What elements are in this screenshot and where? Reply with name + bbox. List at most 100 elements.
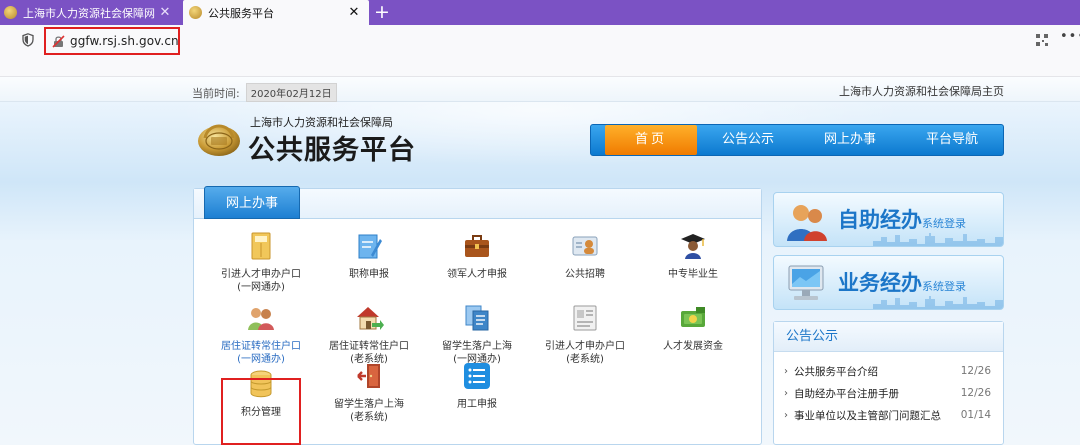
login-label: 系统登录 [922, 217, 966, 230]
service-residence-hukou-online[interactable]: 居住证转常住户口 (一网通办) [206, 303, 316, 366]
announcements-panel: 公告公示 › 公共服务平台介绍 12/26 › 自助经办平台注册手册 12/26… [773, 321, 1004, 445]
business-title: 业务经办系统登录 [838, 267, 966, 297]
bureau-logo-icon[interactable] [196, 114, 242, 158]
door-exit-icon [357, 364, 380, 388]
service-label: 留学生落户上海 [334, 399, 404, 410]
nav-home[interactable]: 首页 [605, 125, 697, 155]
service-technical-graduates[interactable]: 中专毕业生 [638, 231, 748, 281]
list-item[interactable]: › 公共服务平台介绍 12/26 [784, 360, 991, 382]
tab-title: 上海市人力资源社会保障网 [23, 6, 155, 20]
service-label: 职称申报 [349, 269, 389, 280]
service-label: 中专毕业生 [668, 269, 718, 280]
close-icon[interactable]: ✕ [345, 5, 363, 20]
city-skyline-icon [873, 296, 1003, 309]
service-sublabel: (一网通办) [237, 354, 285, 365]
folder-icon [251, 232, 271, 260]
service-label: 引进人才申办户口 [545, 341, 625, 352]
tab-public-service-platform[interactable]: 公共服务平台 ✕ [183, 0, 369, 25]
service-talent-hukou-old[interactable]: 引进人才申办户口 (老系统) [530, 303, 640, 366]
site-favicon-icon [4, 6, 17, 19]
site-banner: 上海市人力资源和社会保障局 公共服务平台 首页 公告公示 网上办事 平台导航 [0, 102, 1080, 182]
id-card-icon [572, 236, 598, 256]
site-favicon-icon [189, 6, 202, 19]
more-menu-icon[interactable]: ••• [1060, 29, 1080, 44]
service-residence-hukou-old[interactable]: 居住证转常住户口 (老系统) [314, 303, 424, 366]
business-label: 业务经办 [838, 271, 922, 295]
edit-document-icon [358, 234, 382, 259]
browser-tab-bar: 上海市人力资源社会保障网 ✕ 公共服务平台 ✕ + [0, 0, 1080, 25]
service-label: 领军人才申报 [447, 269, 507, 280]
chevron-right-icon: › [784, 365, 788, 377]
nav-platform-guide[interactable]: 平台导航 [901, 125, 1003, 155]
list-item[interactable]: › 自助经办平台注册手册 12/26 [784, 382, 991, 404]
new-tab-button[interactable]: + [372, 0, 392, 25]
couple-icon [248, 308, 274, 330]
graduate-icon [681, 234, 705, 259]
announcements-title: 公告公示 [774, 322, 1003, 352]
briefcase-icon [465, 235, 489, 257]
self-service-title: 自助经办系统登录 [838, 204, 966, 234]
self-service-login-card[interactable]: 自助经办系统登录 [773, 192, 1004, 247]
current-date: 当前时间: 2020年02月12日 [192, 83, 337, 102]
announcement-title: 自助经办平台注册手册 [794, 387, 899, 400]
date-label: 当前时间: [192, 86, 240, 100]
tab-online-services[interactable]: 网上办事 [204, 186, 300, 219]
qr-code-icon[interactable] [1036, 34, 1048, 46]
service-label: 人才发展资金 [663, 341, 723, 352]
site-info-bar: 当前时间: 2020年02月12日 上海市人力资源和社会保障局主页 [0, 77, 1080, 102]
announcement-date: 12/26 [960, 365, 991, 377]
address-bar: ggfw.rsj.sh.gov.cn ••• [0, 25, 1080, 77]
date-value: 2020年02月12日 [245, 83, 337, 102]
service-sublabel: (老系统) [566, 354, 604, 365]
service-employment-declaration[interactable]: 用工申报 [422, 361, 532, 411]
service-label: 公共招聘 [565, 269, 605, 280]
nav-online-services[interactable]: 网上办事 [799, 125, 901, 155]
announcement-title: 公共服务平台介绍 [794, 365, 878, 378]
service-label: 引进人才申办户口 [221, 269, 301, 280]
service-label: 用工申报 [457, 399, 497, 410]
shield-icon[interactable] [22, 33, 34, 47]
service-label: 居住证转常住户口 [329, 341, 409, 352]
city-skyline-icon [873, 233, 1003, 246]
chevron-right-icon: › [784, 409, 788, 421]
announcement-date: 12/26 [960, 387, 991, 399]
service-talent-fund[interactable]: 人才发展资金 [638, 303, 748, 353]
announcement-title: 事业单位以及主管部门问题汇总 [794, 409, 941, 422]
service-label: 留学生落户上海 [442, 341, 512, 352]
close-icon[interactable]: ✕ [156, 5, 174, 20]
service-leading-talent[interactable]: 领军人才申报 [422, 231, 532, 281]
panel-header: 网上办事 [194, 186, 761, 219]
platform-title: 公共服务平台 [248, 135, 416, 166]
service-sublabel: (老系统) [350, 412, 388, 423]
nav-announcements[interactable]: 公告公示 [697, 125, 799, 155]
service-label: 居住证转常住户口 [221, 341, 301, 352]
profile-card-icon [573, 305, 597, 331]
people-icon [787, 205, 827, 241]
highlight-box-points-management [221, 378, 301, 445]
url-text: ggfw.rsj.sh.gov.cn [70, 34, 179, 48]
service-talent-hukou-online[interactable]: 引进人才申办户口 (一网通办) [206, 231, 316, 294]
house-arrow-icon [357, 307, 384, 330]
tab-hrss-website[interactable]: 上海市人力资源社会保障网 ✕ [0, 0, 180, 25]
business-login-card[interactable]: 业务经办系统登录 [773, 255, 1004, 310]
list-item[interactable]: › 事业单位以及主管部门问题汇总 01/14 [784, 404, 991, 426]
chevron-right-icon: › [784, 387, 788, 399]
documents-icon [465, 305, 489, 331]
bureau-homepage-link[interactable]: 上海市人力资源和社会保障局主页 [839, 83, 1004, 99]
announcement-date: 01/14 [960, 409, 991, 421]
service-overseas-students-online[interactable]: 留学生落户上海 (一网通办) [422, 303, 532, 366]
insecure-lock-icon [52, 34, 65, 48]
main-navigation: 首页 公告公示 网上办事 平台导航 [590, 124, 1004, 156]
money-icon [681, 307, 705, 327]
login-label: 系统登录 [922, 280, 966, 293]
self-service-label: 自助经办 [838, 208, 922, 232]
tab-title: 公共服务平台 [208, 6, 274, 20]
list-document-icon [464, 363, 490, 389]
service-overseas-students-old[interactable]: 留学生落户上海 (老系统) [314, 361, 424, 424]
computer-monitor-icon [788, 265, 824, 300]
url-field[interactable]: ggfw.rsj.sh.gov.cn [44, 27, 180, 55]
service-title-application[interactable]: 职称申报 [314, 231, 424, 281]
service-public-recruitment[interactable]: 公共招聘 [530, 231, 640, 281]
announcements-list: › 公共服务平台介绍 12/26 › 自助经办平台注册手册 12/26 › 事业… [774, 352, 1003, 426]
service-sublabel: (一网通办) [237, 282, 285, 293]
